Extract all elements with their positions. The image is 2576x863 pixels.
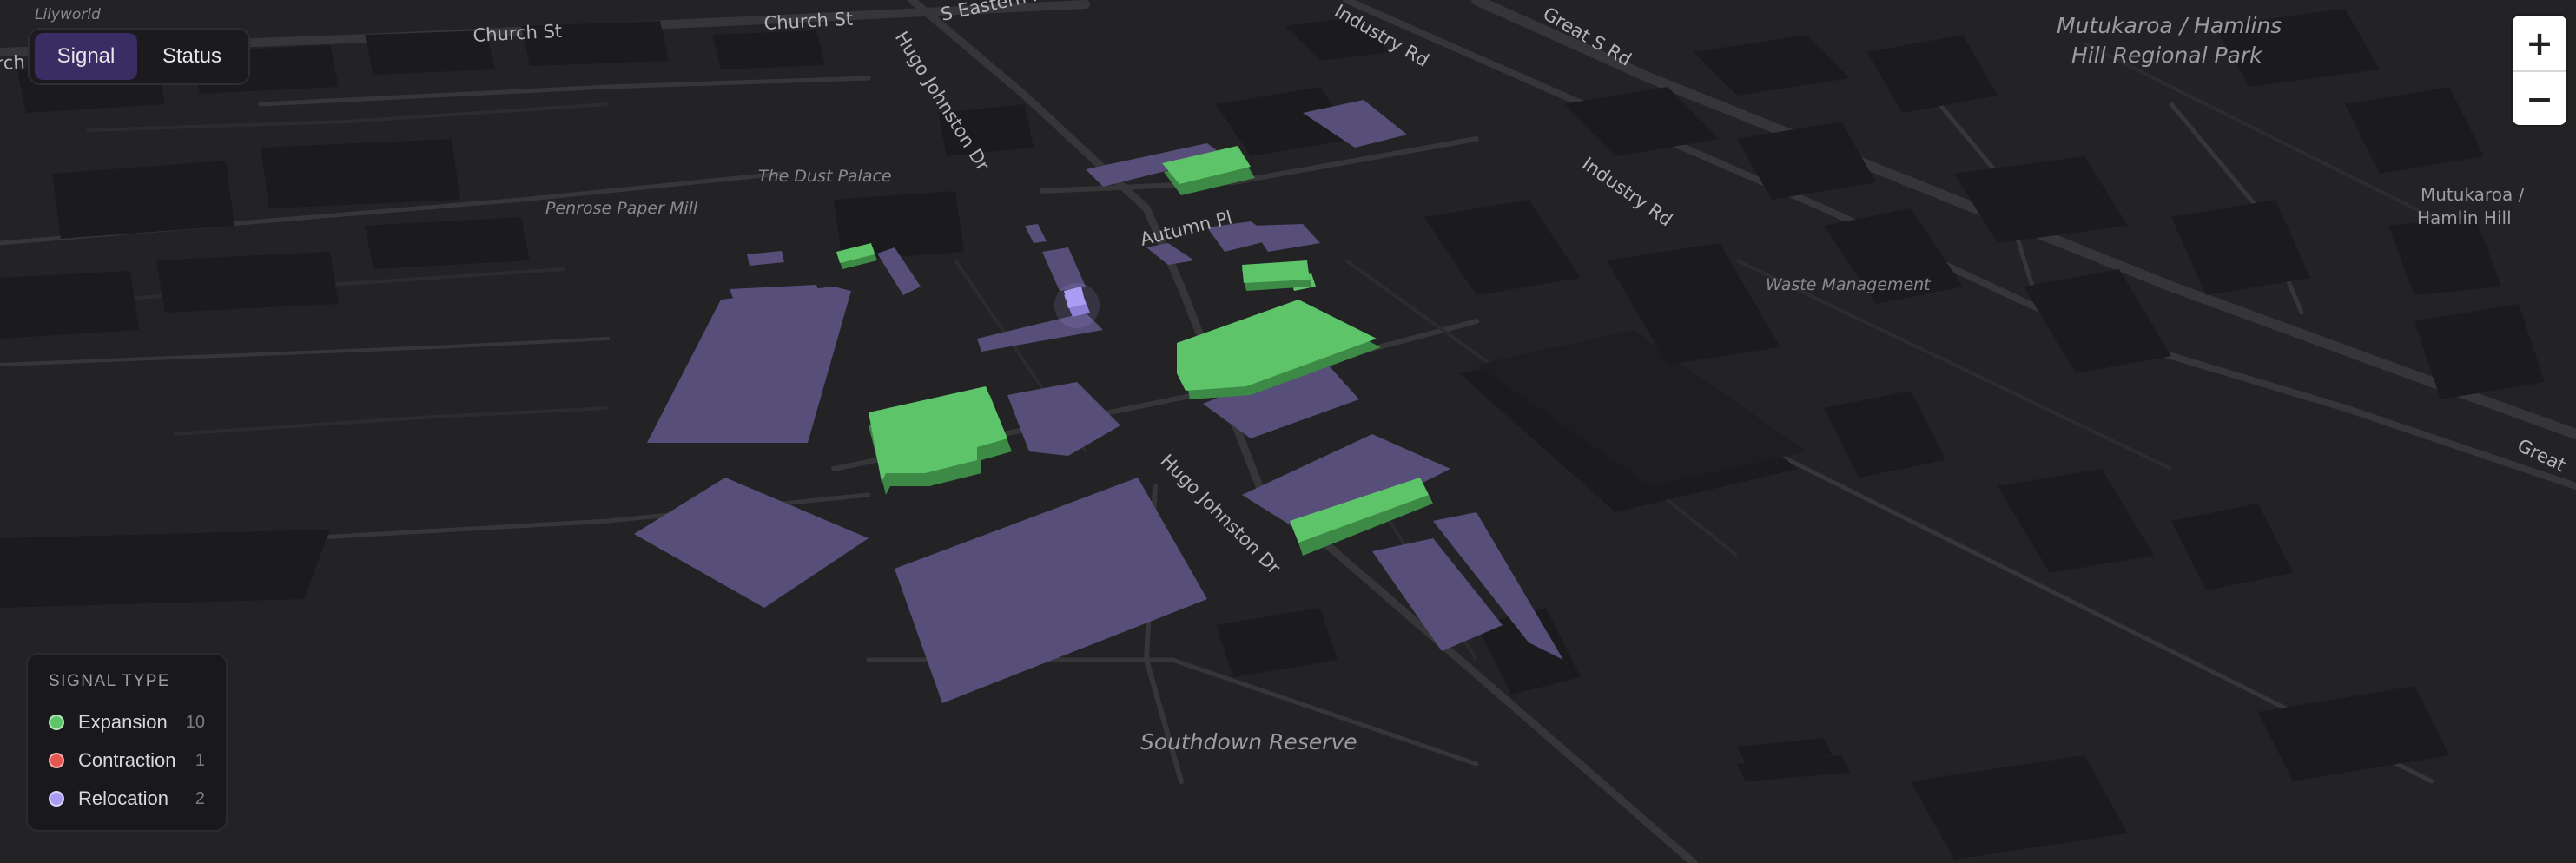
road-label: Hugo Johnston Dr: [891, 28, 994, 175]
place-label: The Dust Palace: [758, 167, 892, 186]
legend-count: 1: [195, 750, 205, 770]
view-toggle: Signal Status: [28, 28, 250, 85]
relocation-dot-icon: [49, 791, 64, 807]
map-canvas[interactable]: rch Church St Church St S Eastern Hwy Hu…: [0, 0, 2576, 863]
road-label: Church St: [763, 9, 854, 34]
map-layer[interactable]: rch Church St Church St S Eastern Hwy Hu…: [0, 0, 2576, 863]
legend-item-expansion: Expansion 10: [49, 703, 205, 741]
zoom-out-button[interactable]: −: [2513, 70, 2566, 125]
legend-count: 10: [185, 712, 205, 732]
legend-label: Expansion: [78, 711, 168, 733]
contraction-dot-icon: [49, 753, 64, 768]
place-label: Penrose Paper Mill: [545, 199, 698, 218]
zoom-in-button[interactable]: +: [2513, 16, 2566, 70]
place-label: Waste Management: [1766, 275, 1932, 294]
area-label: Mutukaroa /: [2421, 184, 2525, 205]
status-view-button[interactable]: Status: [141, 33, 243, 80]
park-label: Hill Regional Park: [2071, 43, 2263, 68]
expansion-dot-icon: [49, 715, 64, 730]
road-label: Industry Rd: [1578, 153, 1676, 230]
legend-count: 2: [195, 788, 205, 808]
relocation-building: [1054, 283, 1100, 328]
legend-item-contraction: Contraction 1: [49, 741, 205, 780]
legend-label: Relocation: [78, 787, 168, 809]
road-label: rch: [0, 52, 25, 75]
park-label: Southdown Reserve: [1140, 729, 1357, 754]
signal-type-legend: SIGNAL TYPE Expansion 10 Contraction 1 R…: [26, 653, 228, 832]
legend-title: SIGNAL TYPE: [49, 672, 171, 690]
zoom-controls: + −: [2513, 16, 2566, 125]
place-label: Lilyworld: [35, 6, 101, 23]
legend-label: Contraction: [78, 749, 176, 771]
legend-item-relocation: Relocation 2: [49, 780, 205, 818]
park-label: Mutukaroa / Hamlins: [2057, 13, 2282, 38]
signal-view-button[interactable]: Signal: [35, 33, 137, 80]
area-label: Hamlin Hill: [2417, 208, 2512, 228]
